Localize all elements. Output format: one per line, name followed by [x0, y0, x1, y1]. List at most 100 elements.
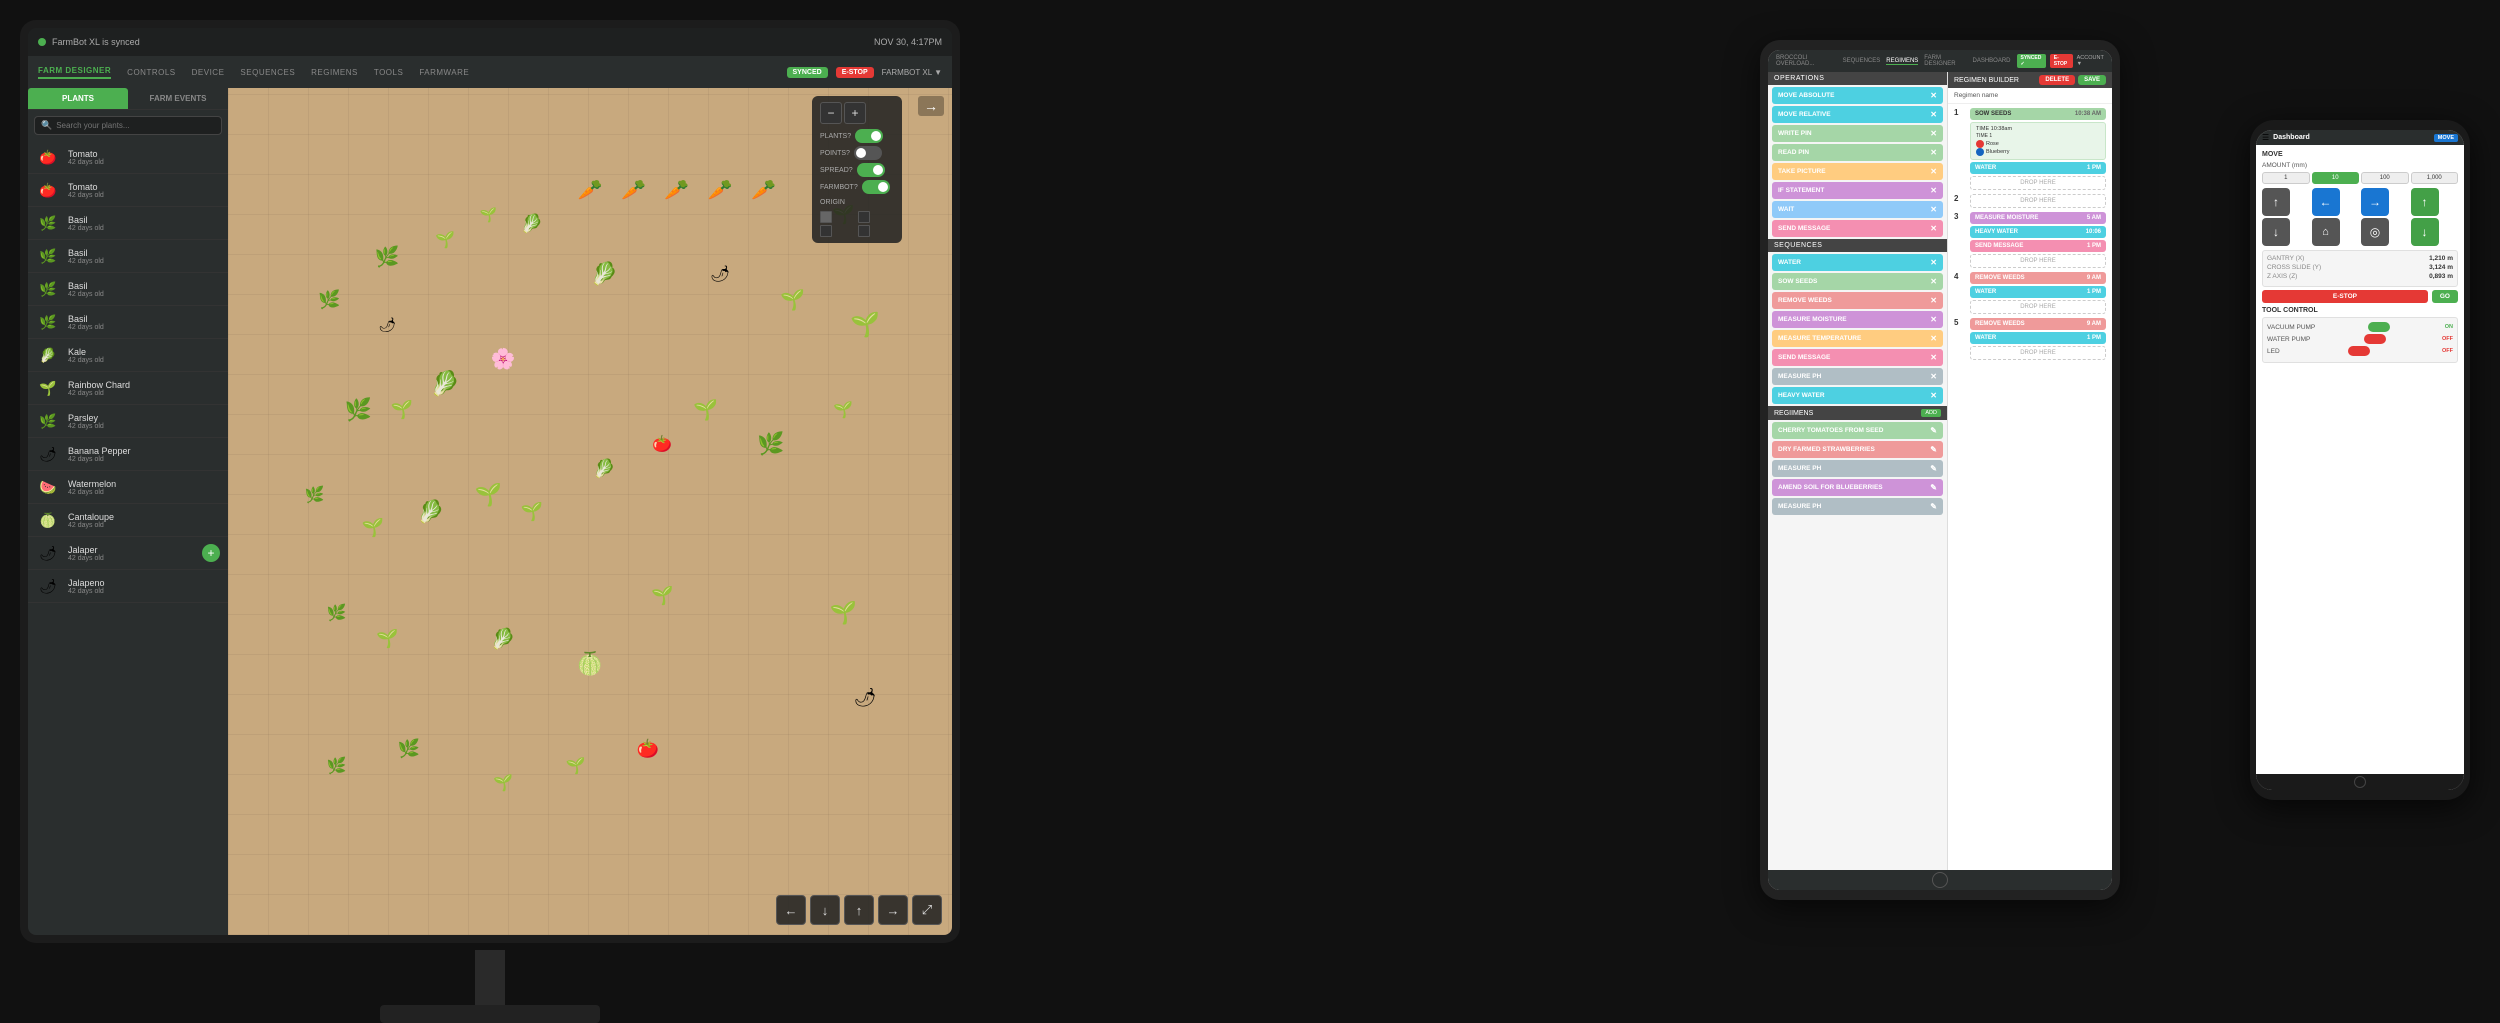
move-x-plus-button[interactable]: → [2361, 188, 2389, 216]
led-toggle[interactable] [2348, 346, 2370, 356]
map-plant[interactable]: 🌶 [710, 264, 730, 284]
nav-down-button[interactable]: ↓ [810, 895, 840, 925]
map-plant[interactable]: 🍅 [637, 738, 659, 759]
list-item[interactable]: 🌶 Banana Pepper 42 days old [28, 438, 228, 471]
list-item[interactable]: 🌿 Parsley 42 days old [28, 405, 228, 438]
nav-logo[interactable]: FARM DESIGNER [38, 66, 111, 79]
map-plant[interactable]: 🌱 [850, 311, 880, 340]
list-item[interactable]: 🌶 Jalaper 42 days old + [28, 537, 228, 570]
tablet-nav-regimens[interactable]: REGIMENS [1886, 58, 1918, 65]
amount-10[interactable]: 10 [2312, 172, 2360, 184]
list-item[interactable]: 🍅 Tomato 42 days old [28, 174, 228, 207]
map-plant[interactable]: 🌸 [491, 347, 516, 372]
seq-heavy-water[interactable]: HEAVY WATER✕ [1772, 387, 1943, 404]
tablet-estop-badge[interactable]: E-STOP [2050, 54, 2073, 68]
map-plant[interactable]: 🥕 [621, 177, 646, 202]
amount-100[interactable]: 100 [2361, 172, 2409, 184]
regimen-remove-weeds-5[interactable]: REMOVE WEEDS9 AM [1970, 318, 2106, 330]
farmbot-toggle[interactable] [862, 180, 890, 194]
add-plant-button[interactable]: + [202, 544, 220, 562]
op-read-pin[interactable]: READ PIN✕ [1772, 144, 1943, 161]
amount-1[interactable]: 1 [2262, 172, 2310, 184]
op-if-statement[interactable]: IF STATEMENT✕ [1772, 182, 1943, 199]
list-item[interactable]: 🥬 Kale 42 days old [28, 339, 228, 372]
seq-measure-temperature[interactable]: MEASURE TEMPERATURE✕ [1772, 330, 1943, 347]
regimen-remove-weeds-4[interactable]: REMOVE WEEDS9 AM [1970, 272, 2106, 284]
map-plant[interactable]: 🌱 [780, 287, 805, 312]
zoom-out-button[interactable]: − [820, 102, 842, 124]
regimen-builder-scroll[interactable]: 1 SOW SEEDS10:38 AM TIME 10:38am TIME 1 [1948, 104, 2112, 870]
map-plant[interactable]: 🌱 [830, 600, 857, 626]
list-item[interactable]: 🌿 Basil 42 days old [28, 207, 228, 240]
list-item[interactable]: 🍅 Tomato 42 days old [28, 141, 228, 174]
map-plant[interactable]: 🌿 [318, 289, 340, 310]
tablet-nav-farm-designer[interactable]: FARM DESIGNER [1924, 55, 1966, 67]
estop-button[interactable]: E-STOP [2262, 290, 2428, 303]
op-take-picture[interactable]: TAKE PICTURE✕ [1772, 163, 1943, 180]
regimen-measure-ph[interactable]: MEASURE PH✎ [1772, 460, 1943, 477]
list-item[interactable]: 🍉 Watermelon 42 days old [28, 471, 228, 504]
nav-controls[interactable]: CONTROLS [127, 68, 175, 77]
map-plant[interactable]: 🥕 [751, 177, 776, 202]
tablet-nav-sequences[interactable]: SEQUENCES [1843, 58, 1881, 64]
go-button[interactable]: GO [2432, 290, 2458, 303]
seq-measure-moisture[interactable]: MEASURE MOISTURE✕ [1772, 311, 1943, 328]
map-plant[interactable]: 🌿 [757, 431, 784, 457]
tab-farm-events[interactable]: FARM EVENTS [128, 88, 228, 109]
nav-device[interactable]: DEVICE [192, 68, 225, 77]
op-move-absolute[interactable]: MOVE ABSOLUTE✕ [1772, 87, 1943, 104]
mobile-home-button[interactable] [2354, 776, 2366, 788]
op-send-message[interactable]: SEND MESSAGE✕ [1772, 220, 1943, 237]
list-item[interactable]: 🌶 Jalapeno 42 days old [28, 570, 228, 603]
list-item[interactable]: 🌿 Basil 42 days old [28, 306, 228, 339]
map-plant[interactable]: 🌿 [327, 603, 347, 623]
nav-up-button[interactable]: ↑ [844, 895, 874, 925]
list-item[interactable]: 🌿 Basil 42 days old [28, 273, 228, 306]
tablet-home-button[interactable] [1932, 872, 1948, 888]
map-plant[interactable]: 🌱 [693, 397, 718, 422]
tablet-nav-dashboard[interactable]: DASHBOARD [1972, 58, 2010, 64]
op-wait[interactable]: WAIT✕ [1772, 201, 1943, 218]
map-plant[interactable]: 🥬 [491, 626, 516, 651]
add-regimen-button[interactable]: ADD [1921, 409, 1941, 417]
regimen-cherry-tomatoes[interactable]: CHERRY TOMATOES FROM SEED✎ [1772, 422, 1943, 439]
regimen-send-message[interactable]: SEND MESSAGE1 PM [1970, 240, 2106, 252]
list-item[interactable]: 🍈 Cantaloupe 42 days old [28, 504, 228, 537]
map-plant[interactable]: 🌱 [493, 773, 513, 793]
seq-water[interactable]: WATER✕ [1772, 254, 1943, 271]
regimen-water-5[interactable]: WATER1 PM [1970, 332, 2106, 344]
tab-plants[interactable]: PLANTS [28, 88, 128, 109]
nav-farmware[interactable]: FARMWARE [419, 68, 469, 77]
map-plant[interactable]: 🌶 [378, 317, 396, 334]
map-plant[interactable]: 🌿 [375, 245, 400, 270]
farm-map[interactable]: 🌿 🌿 🌱 🌱 🥕 🥕 🥕 🥕 🥕 🥬 🌱 🥬 🌿 🌱 [228, 88, 952, 935]
map-plant[interactable]: 🌱 [651, 586, 673, 607]
regimen-heavy-water[interactable]: HEAVY WATER10:06 [1970, 226, 2106, 238]
origin-cell[interactable] [820, 211, 832, 223]
map-plant[interactable]: 🌱 [362, 518, 384, 539]
map-plant[interactable]: 🌱 [475, 482, 502, 508]
origin-cell[interactable] [820, 225, 832, 237]
nav-fullscreen-button[interactable]: ⤢ [912, 895, 942, 925]
map-plant[interactable]: 🥬 [430, 370, 460, 399]
tablet-account[interactable]: ACCOUNT ▼ [2077, 55, 2104, 67]
map-plant[interactable]: 🌿 [345, 397, 372, 423]
farmbot-name[interactable]: FARMBOT XL ▼ [882, 68, 942, 77]
op-write-pin[interactable]: WRITE PIN✕ [1772, 125, 1943, 142]
origin-cell[interactable] [858, 225, 870, 237]
regimen-water-1pm[interactable]: WATER1 PM [1970, 162, 2106, 174]
nav-left-button[interactable]: ← [776, 895, 806, 925]
map-plant[interactable]: 🌱 [376, 628, 398, 649]
map-plant[interactable]: 🥕 [708, 177, 733, 202]
move-center-button[interactable]: ◎ [2361, 218, 2389, 246]
map-plant[interactable]: 🥬 [593, 459, 615, 480]
seq-sow-seeds[interactable]: SOW SEEDS✕ [1772, 273, 1943, 290]
map-plant[interactable]: 🌱 [521, 501, 543, 522]
map-plant[interactable]: 🌱 [566, 756, 586, 776]
map-plant[interactable]: 🥕 [578, 177, 603, 202]
nav-regimens[interactable]: REGIMENS [311, 68, 358, 77]
seq-measure-ph[interactable]: MEASURE PH✕ [1772, 368, 1943, 385]
nav-tools[interactable]: TOOLS [374, 68, 403, 77]
regimen-amend-soil[interactable]: AMEND SOIL FOR BLUEBERRIES✎ [1772, 479, 1943, 496]
spread-toggle[interactable] [857, 163, 885, 177]
